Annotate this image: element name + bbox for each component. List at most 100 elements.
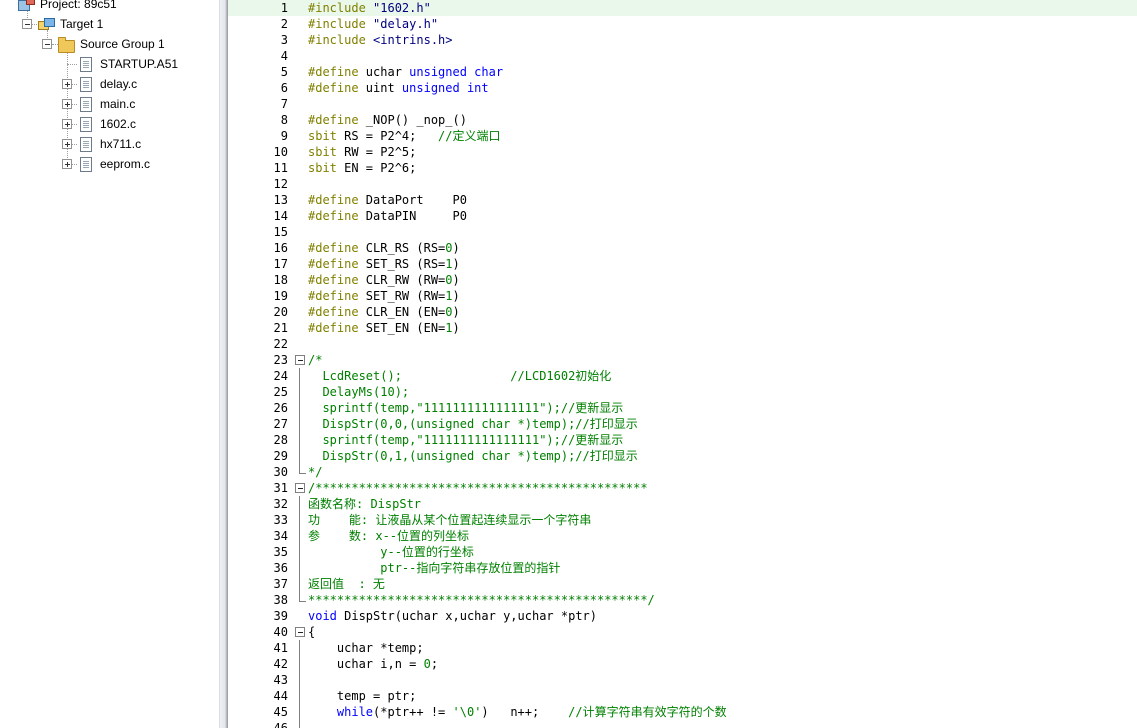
line-number: 31: [273, 481, 288, 495]
code-token: uchar i,n =: [308, 657, 424, 671]
fold-collapse-icon[interactable]: [295, 355, 305, 365]
code-line[interactable]: 45 while(*ptr++ != '\0') n++; //计算字符串有效字…: [228, 704, 1137, 720]
collapse-toggle-icon[interactable]: [42, 39, 52, 49]
code-line[interactable]: 9 sbit RS = P2^4; //定义端口: [228, 128, 1137, 144]
code-line[interactable]: 2 #include "delay.h": [228, 16, 1137, 32]
code-token: SET_RS (RS=: [365, 257, 446, 271]
code-line[interactable]: 25 DelayMs(10);: [228, 384, 1137, 400]
code-line[interactable]: 12: [228, 176, 1137, 192]
tree-item-source-group[interactable]: Source Group 1: [0, 34, 219, 54]
fold-gutter[interactable]: [294, 480, 308, 496]
fold-gutter[interactable]: [294, 624, 308, 640]
panel-splitter[interactable]: [219, 0, 228, 728]
code-line[interactable]: 13 #define DataPort P0: [228, 192, 1137, 208]
code-line[interactable]: 33 功 能: 让液晶从某个位置起连续显示一个字符串: [228, 512, 1137, 528]
code-line[interactable]: 37 返回值 : 无: [228, 576, 1137, 592]
code-line[interactable]: 21 #define SET_EN (EN=1): [228, 320, 1137, 336]
tree-item-target[interactable]: Target 1: [0, 14, 219, 34]
code-text: LcdReset(); //LCD1602初始化: [308, 368, 611, 384]
fold-gutter[interactable]: [294, 352, 308, 368]
code-line[interactable]: 36 ptr--指向字符串存放位置的指针: [228, 560, 1137, 576]
fold-line: [299, 656, 300, 672]
code-line[interactable]: 11 sbit EN = P2^6;: [228, 160, 1137, 176]
fold-collapse-icon[interactable]: [295, 627, 305, 637]
code-line[interactable]: 39 void DispStr(uchar x,uchar y,uchar *pt…: [228, 608, 1137, 624]
tree-item-file[interactable]: eeprom.c: [0, 154, 219, 174]
code-line[interactable]: 23 /*: [228, 352, 1137, 368]
code-line[interactable]: 15: [228, 224, 1137, 240]
code-token: 1: [445, 257, 453, 271]
expand-toggle-icon[interactable]: [62, 99, 72, 109]
tree-item-file[interactable]: delay.c: [0, 74, 219, 94]
code-token: #define: [308, 81, 366, 95]
code-editor[interactable]: 1 #include "1602.h" 2 #include "delay.h" 3 #i…: [228, 0, 1137, 728]
fold-gutter: [294, 640, 308, 656]
code-line[interactable]: 29 DispStr(0,1,(unsigned char *)temp);//…: [228, 448, 1137, 464]
fold-line: [299, 512, 300, 528]
expand-toggle-icon[interactable]: [62, 139, 72, 149]
line-number: 19: [273, 289, 288, 303]
code-line[interactable]: 1 #include "1602.h": [228, 0, 1137, 16]
code-line[interactable]: 43: [228, 672, 1137, 688]
code-line[interactable]: 34 参 数: x--位置的列坐标: [228, 528, 1137, 544]
code-text: #define SET_RW (RW=1): [308, 288, 460, 304]
fold-gutter: [294, 304, 308, 320]
code-line[interactable]: 40 {: [228, 624, 1137, 640]
code-line[interactable]: 8 #define _NOP() _nop_(): [228, 112, 1137, 128]
line-number: 5: [280, 65, 288, 79]
code-line[interactable]: 32 函数名称: DispStr: [228, 496, 1137, 512]
expand-toggle-icon[interactable]: [62, 119, 72, 129]
fold-gutter: [294, 256, 308, 272]
code-line[interactable]: 27 DispStr(0,0,(unsigned char *)temp);//…: [228, 416, 1137, 432]
expand-toggle-icon[interactable]: [62, 159, 72, 169]
tree-item-file[interactable]: main.c: [0, 94, 219, 114]
code-line[interactable]: 18 #define CLR_RW (RW=0): [228, 272, 1137, 288]
code-line[interactable]: 20 #define CLR_EN (EN=0): [228, 304, 1137, 320]
code-line[interactable]: 46: [228, 720, 1137, 728]
code-line[interactable]: 19 #define SET_RW (RW=1): [228, 288, 1137, 304]
fold-gutter: [294, 144, 308, 160]
code-token: "delay.h": [373, 17, 439, 31]
tree-item-project[interactable]: Project: 89c51: [0, 0, 219, 14]
code-token: 功 能: 让液晶从某个位置起连续显示一个字符串: [308, 513, 592, 527]
code-line[interactable]: 26 sprintf(temp,"1111111111111111");//更新…: [228, 400, 1137, 416]
code-line[interactable]: 24 LcdReset(); //LCD1602初始化: [228, 368, 1137, 384]
code-token: #define: [308, 273, 366, 287]
code-line[interactable]: 41 uchar *temp;: [228, 640, 1137, 656]
code-line[interactable]: 22: [228, 336, 1137, 352]
code-line[interactable]: 3 #include <intrins.h>: [228, 32, 1137, 48]
tree-item-file[interactable]: STARTUP.A51: [0, 54, 219, 74]
code-token: 函数名称: DispStr: [308, 497, 422, 511]
code-line[interactable]: 16 #define CLR_RS (RS=0): [228, 240, 1137, 256]
tree-item-file[interactable]: 1602.c: [0, 114, 219, 134]
code-line[interactable]: 4: [228, 48, 1137, 64]
fold-gutter: [294, 512, 308, 528]
code-token: ): [452, 305, 460, 319]
code-line[interactable]: 17 #define SET_RS (RS=1): [228, 256, 1137, 272]
code-line[interactable]: 6 #define uint unsigned int: [228, 80, 1137, 96]
line-number: 3: [280, 33, 288, 47]
code-line[interactable]: 42 uchar i,n = 0;: [228, 656, 1137, 672]
code-line[interactable]: 31 /*************************************…: [228, 480, 1137, 496]
code-line[interactable]: 7: [228, 96, 1137, 112]
collapse-toggle-icon[interactable]: [22, 19, 32, 29]
code-line[interactable]: 10 sbit RW = P2^5;: [228, 144, 1137, 160]
code-token: ): [452, 321, 460, 335]
file-icon: [80, 157, 92, 172]
code-line[interactable]: 44 temp = ptr;: [228, 688, 1137, 704]
file-icon: [80, 97, 92, 112]
tree-item-file[interactable]: hx711.c: [0, 134, 219, 154]
code-line[interactable]: 14 #define DataPIN P0: [228, 208, 1137, 224]
code-line[interactable]: 30 */: [228, 464, 1137, 480]
code-line[interactable]: 28 sprintf(temp,"1111111111111111");//更新…: [228, 432, 1137, 448]
expand-toggle-icon[interactable]: [62, 79, 72, 89]
fold-collapse-icon[interactable]: [295, 483, 305, 493]
code-line[interactable]: 38 **************************************…: [228, 592, 1137, 608]
code-line[interactable]: 35 y--位置的行坐标: [228, 544, 1137, 560]
code-text: #define DataPIN P0: [308, 208, 467, 224]
line-number: 35: [273, 545, 288, 559]
code-line[interactable]: 5 #define uchar unsigned char: [228, 64, 1137, 80]
code-text: #define DataPort P0: [308, 192, 467, 208]
code-text: #include "delay.h": [308, 16, 438, 32]
line-number: 30: [273, 465, 288, 479]
